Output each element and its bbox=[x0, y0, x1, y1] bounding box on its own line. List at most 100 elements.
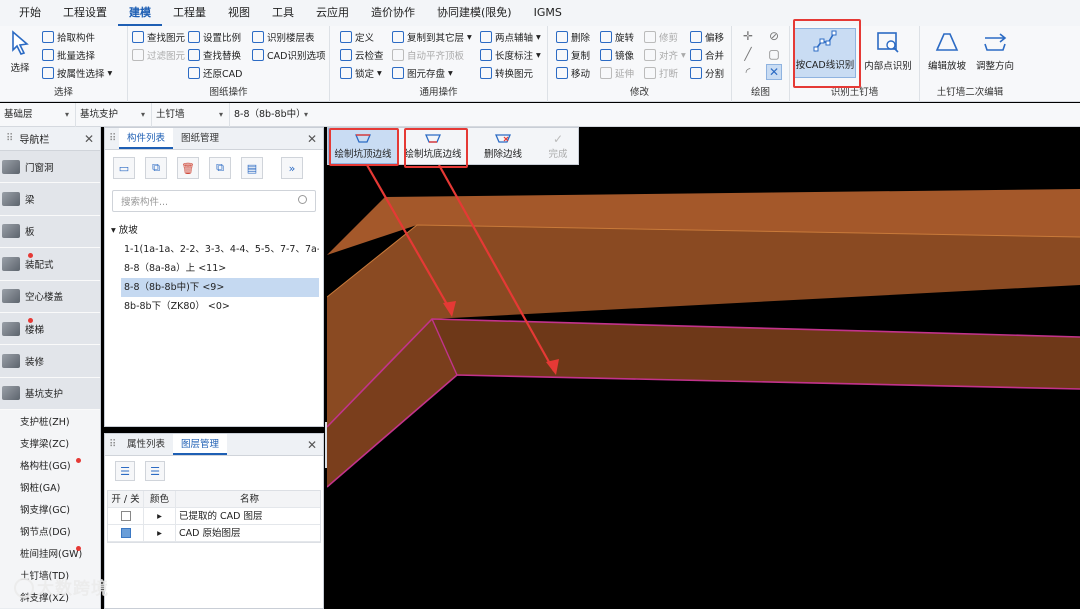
menu-quantity[interactable]: 工程量 bbox=[162, 0, 217, 26]
find-element-button[interactable]: 查找图元 bbox=[132, 28, 185, 46]
nav-category-item[interactable]: 楼梯 bbox=[0, 312, 100, 346]
cloud-check-button[interactable]: 云检查 bbox=[340, 46, 384, 64]
select-by-attr-button[interactable]: 按属性选择 ▾ bbox=[42, 64, 112, 82]
batch-select-button[interactable]: 批量选择 bbox=[42, 46, 95, 64]
more-icon[interactable]: » bbox=[281, 157, 303, 179]
nav-subitem[interactable]: 支撑梁(ZC) bbox=[0, 432, 100, 455]
menu-cloud[interactable]: 云应用 bbox=[305, 0, 360, 26]
tree-item[interactable]: 8b-8b下（ZK80） <0> bbox=[121, 297, 319, 316]
copy-to-layer-button[interactable]: 复制到其它层 ▾ bbox=[392, 28, 472, 46]
length-mark-button[interactable]: 长度标注 ▾ bbox=[480, 46, 541, 64]
copy-button[interactable]: 复制 bbox=[556, 46, 590, 64]
tab-layer-management[interactable]: 图层管理 bbox=[173, 434, 228, 455]
auto-flat-button[interactable]: 自动平齐顶板 bbox=[392, 46, 464, 64]
filter-element-button[interactable]: 过滤图元 bbox=[132, 46, 185, 64]
arc-icon[interactable]: ◜ bbox=[740, 64, 756, 80]
select-button[interactable]: 选择 bbox=[2, 30, 38, 74]
3d-viewport[interactable]: 绘制坑顶边线 绘制坑底边线 删除边线 ✓ 完成 bbox=[327, 127, 1080, 609]
type-select[interactable]: 土钉墙 ▾ bbox=[152, 102, 230, 127]
nav-category-item[interactable]: 基坑支护 bbox=[0, 377, 100, 411]
layer-row[interactable]: ▸ CAD 原始图层 bbox=[108, 524, 320, 542]
tab-attribute-list[interactable]: 属性列表 bbox=[119, 434, 173, 455]
element-save-button[interactable]: 图元存盘 ▾ bbox=[392, 64, 453, 82]
nav-category-item[interactable]: 门窗洞 bbox=[0, 151, 100, 184]
floor-select[interactable]: 基础层 ▾ bbox=[0, 102, 76, 127]
tree-item[interactable]: 8-8（8a-8a）上 <11> bbox=[121, 259, 319, 278]
search-input[interactable]: 搜索构件... bbox=[112, 190, 316, 212]
adjust-direction-button[interactable]: 调整方向 bbox=[970, 30, 1020, 72]
recognize-floor-table-button[interactable]: 识别楼层表 bbox=[252, 28, 315, 46]
nav-subitem[interactable]: 钢桩(GA) bbox=[0, 476, 100, 499]
menu-collab-modeling[interactable]: 协同建模(限免) bbox=[426, 0, 523, 26]
snap-icon[interactable]: ✕ bbox=[766, 64, 782, 80]
tab-component-list[interactable]: 构件列表 bbox=[119, 128, 174, 149]
line-icon[interactable]: ╱ bbox=[740, 46, 756, 62]
delete-button[interactable]: 删除 bbox=[556, 28, 590, 46]
menu-start[interactable]: 开始 bbox=[8, 0, 52, 26]
align-button[interactable]: 对齐 ▾ bbox=[644, 46, 686, 64]
tree-item[interactable]: 8-8（8b-8b中)下 <9> bbox=[121, 278, 319, 297]
category-select[interactable]: 基坑支护 ▾ bbox=[76, 102, 152, 127]
edit-slope-button[interactable]: 编辑放坡 bbox=[922, 30, 972, 72]
new-component-icon[interactable]: ▭ bbox=[113, 157, 135, 179]
nav-subitem[interactable]: 桩间挂网(GW) bbox=[0, 542, 100, 565]
circle-icon[interactable]: ⊘ bbox=[766, 28, 782, 44]
close-icon[interactable]: ✕ bbox=[84, 132, 94, 146]
delete-edge-button[interactable]: 删除边线 bbox=[468, 128, 538, 164]
nav-category-item[interactable]: 梁 bbox=[0, 183, 100, 216]
find-replace-button[interactable]: 查找替换 bbox=[188, 46, 241, 64]
mirror-button[interactable]: 镜像 bbox=[600, 46, 634, 64]
menu-cost-collab[interactable]: 造价协作 bbox=[360, 0, 426, 26]
tab-drawing-management[interactable]: 图纸管理 bbox=[173, 128, 227, 149]
trim-button[interactable]: 修剪 bbox=[644, 28, 678, 46]
rect-icon[interactable]: ▢ bbox=[766, 46, 782, 62]
nav-subitem[interactable]: 格构柱(GG) bbox=[0, 454, 100, 477]
two-point-axis-button[interactable]: 两点辅轴 ▾ bbox=[480, 28, 541, 46]
layer-toggle-checkbox[interactable] bbox=[120, 528, 131, 538]
move-button[interactable]: 移动 bbox=[556, 64, 590, 82]
menu-igms[interactable]: IGMS bbox=[523, 0, 573, 26]
layer-toggle-checkbox[interactable] bbox=[120, 511, 131, 521]
save-icon[interactable]: ▤ bbox=[241, 157, 263, 179]
layer-copy-icon[interactable]: ⧉ bbox=[209, 157, 231, 179]
rotate-button[interactable]: 旋转 bbox=[600, 28, 634, 46]
merge-button[interactable]: 合并 bbox=[690, 46, 724, 64]
lock-button[interactable]: 锁定 ▾ bbox=[340, 64, 382, 82]
offset-button[interactable]: 偏移 bbox=[690, 28, 724, 46]
cad-options-button[interactable]: CAD识别选项 bbox=[252, 46, 325, 64]
nav-category-item[interactable]: 装配式 bbox=[0, 248, 100, 281]
convert-element-button[interactable]: 转换图元 bbox=[480, 64, 533, 82]
set-scale-button[interactable]: 设置比例 bbox=[188, 28, 241, 46]
nav-category-item[interactable]: 装修 bbox=[0, 345, 100, 378]
tree-root[interactable]: ▾ 放坡 bbox=[105, 222, 323, 240]
nav-category-item[interactable]: 板 bbox=[0, 215, 100, 249]
tree-item[interactable]: 1-1(1a-1a、2-2、3-3、4-4、5-5、7-7、7a-7 bbox=[121, 240, 319, 259]
break-button[interactable]: 打断 bbox=[644, 64, 678, 82]
define-button[interactable]: 定义 bbox=[340, 28, 374, 46]
copy-component-icon[interactable]: ⧉ bbox=[145, 157, 167, 179]
nav-subitem[interactable]: 钢节点(DG) bbox=[0, 520, 100, 543]
inner-point-recognize-button[interactable]: 内部点识别 bbox=[860, 30, 916, 72]
close-icon[interactable]: ✕ bbox=[307, 132, 317, 146]
nav-category-item[interactable]: 空心楼盖 bbox=[0, 280, 100, 313]
split-button[interactable]: 分割 bbox=[690, 64, 724, 82]
pick-component-button[interactable]: 拾取构件 bbox=[42, 28, 95, 46]
nav-subitem[interactable]: 支护桩(ZH) bbox=[0, 410, 100, 433]
menu-view[interactable]: 视图 bbox=[217, 0, 261, 26]
instance-select[interactable]: 8-8（8b-8b中） ▾ bbox=[230, 103, 314, 127]
expand-icon[interactable]: ▸ bbox=[144, 507, 176, 525]
layer-row[interactable]: ▸ 已提取的 CAD 图层 bbox=[108, 507, 320, 525]
delete-component-icon[interactable]: 🗑 bbox=[177, 157, 199, 179]
menu-tools[interactable]: 工具 bbox=[261, 0, 305, 26]
extend-button[interactable]: 延伸 bbox=[600, 64, 634, 82]
close-icon[interactable]: ✕ bbox=[307, 438, 317, 452]
menu-modeling[interactable]: 建模 bbox=[118, 0, 162, 26]
point-icon[interactable]: ✛ bbox=[740, 28, 756, 44]
hide-layers-icon[interactable]: ☰ bbox=[145, 461, 165, 481]
menu-project-settings[interactable]: 工程设置 bbox=[52, 0, 118, 26]
restore-cad-button[interactable]: 还原CAD bbox=[188, 64, 242, 82]
show-layers-icon[interactable]: ☰ bbox=[115, 461, 135, 481]
finish-button[interactable]: ✓ 完成 bbox=[538, 128, 578, 164]
nav-subitem[interactable]: 钢支撑(GC) bbox=[0, 498, 100, 521]
expand-icon[interactable]: ▸ bbox=[144, 524, 176, 542]
